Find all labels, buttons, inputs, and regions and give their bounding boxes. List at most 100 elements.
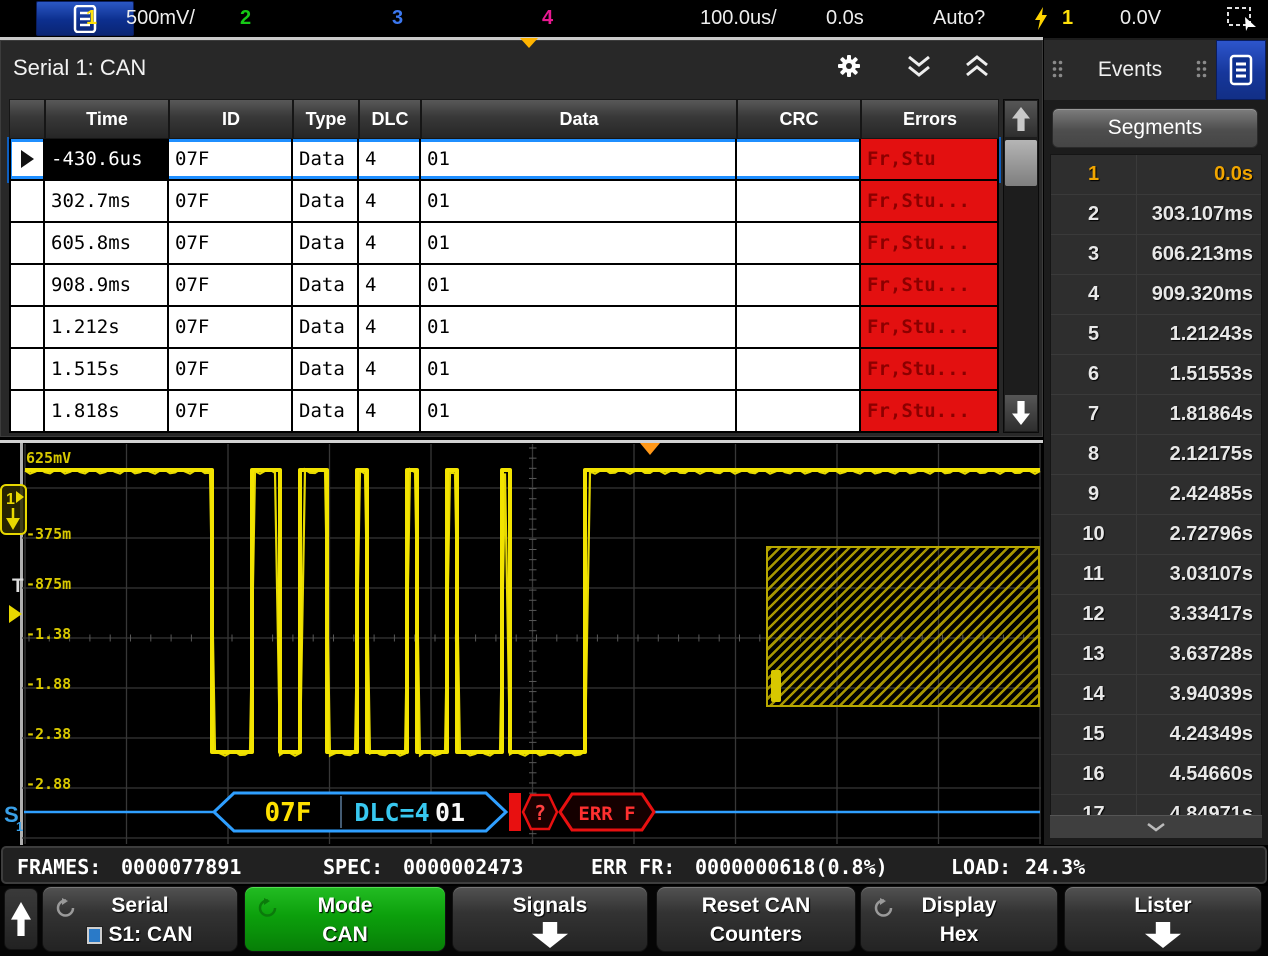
lister-table-row[interactable]: 1.818s 07F Data 4 01 Fr,Stu...: [9, 391, 999, 433]
trigger-time-marker[interactable]: [640, 443, 660, 455]
main-menu-button[interactable]: [36, 1, 134, 36]
segment-row[interactable]: 7 1.81864s: [1051, 395, 1261, 435]
segment-index: 6: [1051, 355, 1137, 394]
segment-row[interactable]: 11 3.03107s: [1051, 555, 1261, 595]
segment-row[interactable]: 16 4.54660s: [1051, 755, 1261, 795]
segment-index: 3: [1051, 235, 1137, 274]
segment-row[interactable]: 6 1.51553s: [1051, 355, 1261, 395]
axis-tick-label: -2.38: [26, 725, 71, 743]
row-crc-cell: [737, 181, 861, 221]
softkey-mode[interactable]: Mode CAN: [244, 886, 446, 952]
scroll-thumb[interactable]: [1005, 140, 1037, 186]
region-select-icon[interactable]: [1226, 6, 1258, 32]
lister-table-row[interactable]: 1.515s 07F Data 4 01 Fr,Stu...: [9, 349, 999, 391]
channel-4-number[interactable]: 4: [542, 7, 553, 30]
segments-button[interactable]: Segments: [1052, 108, 1258, 148]
lister-table-row[interactable]: 908.9ms 07F Data 4 01 Fr,Stu...: [9, 265, 999, 307]
segment-time: 3.33417s: [1137, 595, 1261, 634]
segment-time: 3.03107s: [1137, 555, 1261, 594]
spec-label: SPEC:: [323, 855, 383, 879]
segment-index: 15: [1051, 715, 1137, 754]
segment-row[interactable]: 14 3.94039s: [1051, 675, 1261, 715]
row-time-cell: 302.7ms: [45, 181, 169, 221]
softkey-signals[interactable]: Signals: [452, 886, 648, 952]
drag-grip-icon[interactable]: [1196, 60, 1207, 78]
col-dlc[interactable]: DLC: [359, 99, 421, 139]
segment-row[interactable]: 12 3.33417s: [1051, 595, 1261, 635]
segment-row[interactable]: 10 2.72796s: [1051, 515, 1261, 555]
col-crc[interactable]: CRC: [737, 99, 861, 139]
arrow-up-icon: [11, 902, 31, 936]
arrow-down-icon: [1012, 401, 1030, 425]
segment-index: 9: [1051, 475, 1137, 514]
col-time[interactable]: Time: [45, 99, 169, 139]
col-id[interactable]: ID: [169, 99, 293, 139]
channel-1-number[interactable]: 1: [86, 7, 97, 30]
timebase-setting[interactable]: 100.0us/: [700, 7, 777, 30]
segment-row[interactable]: 15 4.24349s: [1051, 715, 1261, 755]
trigger-level[interactable]: 0.0V: [1120, 7, 1161, 30]
serial-lister-window: Serial 1: CAN Time ID Type: [0, 40, 1043, 437]
lister-table-body: -430.6us 07F Data 4 01 Fr,Stu 302.7ms 07…: [9, 139, 999, 433]
row-marker-cell: [9, 223, 45, 263]
lister-scrollbar[interactable]: [1003, 99, 1039, 433]
segment-row[interactable]: 2 303.107ms: [1051, 195, 1261, 235]
trigger-source[interactable]: 1: [1062, 7, 1073, 30]
channel-1-scale[interactable]: 500mV/: [126, 7, 195, 30]
menu-back-button[interactable]: [4, 888, 38, 950]
lister-sidebar-tab[interactable]: [1216, 40, 1266, 100]
row-crc-cell: [737, 349, 861, 389]
lister-table-row[interactable]: -430.6us 07F Data 4 01 Fr,Stu: [9, 139, 999, 181]
row-data-cell: 01: [421, 391, 737, 431]
top-status-bar: 1 500mV/ 2 3 4 100.0us/ 0.0s Auto? 1 0.0…: [0, 0, 1268, 37]
segments-scroll-more[interactable]: [1050, 815, 1262, 838]
row-errors-cell: Fr,Stu...: [861, 349, 999, 389]
settings-gear-icon[interactable]: [837, 54, 861, 78]
errfr-label: ERR FR:: [591, 855, 675, 879]
col-errors[interactable]: Errors: [861, 99, 999, 139]
softkey-reset-title: Reset CAN: [657, 894, 855, 918]
segment-index: 4: [1051, 275, 1137, 314]
segment-row[interactable]: 4 909.320ms: [1051, 275, 1261, 315]
channel-3-number[interactable]: 3: [392, 7, 403, 30]
segment-row[interactable]: 8 2.12175s: [1051, 435, 1261, 475]
lister-table-row[interactable]: 302.7ms 07F Data 4 01 Fr,Stu...: [9, 181, 999, 223]
segment-time: 1.81864s: [1137, 395, 1261, 434]
lister-title: Serial 1: CAN: [13, 55, 146, 81]
trigger-mode[interactable]: Auto?: [933, 7, 985, 30]
trigger-position-marker[interactable]: [520, 38, 538, 48]
segment-row[interactable]: 3 606.213ms: [1051, 235, 1261, 275]
row-type-cell: Data: [293, 139, 359, 179]
axis-tick-label: -1.38: [26, 625, 71, 643]
lister-table-row[interactable]: 1.212s 07F Data 4 01 Fr,Stu...: [9, 307, 999, 349]
segment-row[interactable]: 9 2.42485s: [1051, 475, 1261, 515]
segment-row[interactable]: 1 0.0s: [1051, 155, 1261, 195]
channel-2-number[interactable]: 2: [240, 7, 251, 30]
scroll-down-button[interactable]: [1005, 395, 1037, 431]
col-type[interactable]: Type: [293, 99, 359, 139]
delay-setting[interactable]: 0.0s: [826, 7, 864, 30]
trigger-level-marker[interactable]: [9, 605, 22, 623]
segment-row[interactable]: 5 1.21243s: [1051, 315, 1261, 355]
softkey-lister[interactable]: Lister: [1064, 886, 1262, 952]
segment-time: 2.42485s: [1137, 475, 1261, 514]
segment-row[interactable]: 13 3.63728s: [1051, 635, 1261, 675]
row-id-cell: 07F: [169, 265, 293, 305]
events-header[interactable]: Events: [1044, 40, 1216, 100]
channel-1-ground-marker[interactable]: 1: [0, 484, 28, 536]
chevron-double-up-icon[interactable]: [964, 55, 990, 79]
softkey-mode-value: CAN: [322, 923, 368, 947]
knob-rotate-icon: [257, 897, 279, 919]
row-id-cell: 07F: [169, 349, 293, 389]
row-type-cell: Data: [293, 223, 359, 263]
row-data-cell: 01: [421, 265, 737, 305]
drag-grip-icon[interactable]: [1052, 60, 1063, 78]
lister-table-row[interactable]: 605.8ms 07F Data 4 01 Fr,Stu...: [9, 223, 999, 265]
softkey-display[interactable]: Display Hex: [860, 886, 1058, 952]
arrow-up-icon: [1012, 107, 1030, 131]
scroll-up-button[interactable]: [1005, 101, 1037, 137]
col-data[interactable]: Data: [421, 99, 737, 139]
chevron-double-down-icon[interactable]: [906, 55, 932, 79]
softkey-reset-can-counters[interactable]: Reset CAN Counters: [656, 886, 856, 952]
softkey-serial[interactable]: Serial S1: CAN: [42, 886, 238, 952]
